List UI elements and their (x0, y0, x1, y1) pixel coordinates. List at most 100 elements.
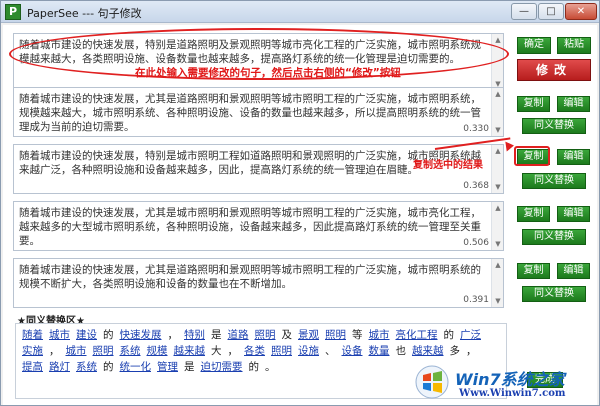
similarity-score: 0.391 (463, 295, 489, 305)
result-box-1[interactable]: 随着城市建设的快速发展，尤其是道路照明和景观照明等城市照明工程的广泛实施，城市照… (13, 87, 504, 137)
synonym-button-1[interactable]: 同义替换 (522, 118, 586, 134)
modify-button[interactable]: 修改 (517, 59, 591, 81)
scroll-up-icon[interactable]: ▲ (493, 35, 503, 45)
result-box-4[interactable]: 随着城市建设的快速发展，尤其是道路照明和景观照明等城市照明工程的广泛实施，城市照… (13, 258, 504, 308)
copy-button-2[interactable]: 复制 (517, 149, 550, 165)
synonym-word-link[interactable]: 随着 (22, 327, 43, 343)
synonym-button-2[interactable]: 同义替换 (522, 173, 586, 189)
result-scrollbar[interactable]: ▲ ▼ (491, 202, 503, 250)
synonym-word: ， (167, 329, 179, 341)
synonym-word: 的 (103, 361, 114, 373)
copy-button-4[interactable]: 复制 (517, 263, 550, 279)
result-scrollbar[interactable]: ▲ ▼ (491, 145, 503, 193)
result-scrollbar[interactable]: ▲ ▼ (491, 259, 503, 307)
scroll-up-icon[interactable]: ▲ (493, 203, 503, 213)
similarity-score: 0.330 (463, 124, 489, 134)
edit-button-2[interactable]: 编辑 (557, 149, 590, 165)
synonym-word: ， (466, 345, 477, 357)
synonym-word-link[interactable]: 各类 (244, 343, 265, 359)
synonym-word-link[interactable]: 快速发展 (120, 327, 162, 343)
synonym-button-4[interactable]: 同义替换 (522, 286, 586, 302)
similarity-score: 0.506 (463, 238, 489, 248)
input-scrollbar[interactable]: ▲ ▼ (491, 34, 503, 90)
synonym-word-link[interactable]: 特别 (184, 327, 205, 343)
synonym-word-link[interactable]: 实施 (22, 343, 43, 359)
maximize-button[interactable]: □ (538, 3, 564, 20)
window-title: PaperSee --- 句子修改 (27, 7, 142, 20)
synonym-word-link[interactable]: 照明 (93, 343, 114, 359)
synonym-word-link[interactable]: 系统 (76, 359, 97, 375)
watermark-url: Www.Winwin7.com (459, 388, 566, 399)
scroll-up-icon[interactable]: ▲ (493, 89, 503, 99)
synonym-word-link[interactable]: 越来越 (174, 343, 206, 359)
synonym-word: 的 (103, 329, 114, 341)
result-text: 随着城市建设的快速发展，尤其是城市照明和景观照明等城市照明工程的广泛实施，城市亮… (19, 207, 481, 247)
result-text: 随着城市建设的快速发展，尤其是道路照明和景观照明等城市照明工程的广泛实施，城市照… (19, 93, 481, 133)
result-text: 随着城市建设的快速发展，尤其是道路照明和景观照明等城市照明工程的广泛实施，城市照… (19, 264, 481, 290)
synonym-word-link[interactable]: 数量 (369, 343, 390, 359)
synonym-word: ， (227, 345, 239, 357)
app-logo-icon: P (5, 4, 21, 20)
synonym-word-link[interactable]: 设施 (298, 343, 319, 359)
synonym-word-link[interactable]: 照明 (325, 327, 346, 343)
synonym-word-link[interactable]: 统一化 (120, 359, 152, 375)
synonym-word: 、 (325, 345, 336, 357)
synonym-word: 大 (211, 345, 222, 357)
scroll-down-icon[interactable]: ▼ (493, 182, 503, 192)
copy-button-3[interactable]: 复制 (517, 206, 550, 222)
watermark-brand: Win7系统之家 (455, 370, 565, 389)
app-window: P PaperSee --- 句子修改 — □ ✕ 随着城市建设的快速发展，特别… (0, 0, 600, 406)
synonym-word: 等 (352, 329, 363, 341)
copy-annotation: 复制选中的结果 (413, 160, 483, 171)
scroll-down-icon[interactable]: ▼ (493, 296, 503, 306)
edit-button-3[interactable]: 编辑 (557, 206, 590, 222)
synonym-button-3[interactable]: 同义替换 (522, 229, 586, 245)
input-text[interactable]: 随着城市建设的快速发展，特别是道路照明及景观照明等城市亮化工程的广泛实施，城市照… (19, 38, 487, 66)
synonym-word-link[interactable]: 提高 (22, 359, 43, 375)
annotation-arrow-head (505, 140, 515, 152)
synonym-word-link[interactable]: 景观 (298, 327, 319, 343)
result-box-3[interactable]: 随着城市建设的快速发展，尤其是城市照明和景观照明等城市照明工程的广泛实施，城市亮… (13, 201, 504, 251)
input-hint: 在此处输入需要修改的句子，然后点击右侧的“修改”按钮 (135, 67, 401, 79)
copy-button-1[interactable]: 复制 (517, 96, 550, 112)
synonym-word-link[interactable]: 路灯 (49, 359, 70, 375)
synonym-word-link[interactable]: 系统 (120, 343, 141, 359)
synonym-word-link[interactable]: 亮化工程 (396, 327, 438, 343)
scroll-up-icon[interactable]: ▲ (493, 146, 503, 156)
scroll-down-icon[interactable]: ▼ (493, 239, 503, 249)
edit-button-1[interactable]: 编辑 (557, 96, 590, 112)
synonym-word: 也 (395, 345, 407, 357)
synonym-word: 。 (265, 361, 276, 373)
synonym-word: 是 (211, 329, 222, 341)
minimize-button[interactable]: — (511, 3, 537, 20)
synonym-word-link[interactable]: 照明 (271, 343, 292, 359)
synonym-word: 及 (281, 329, 293, 341)
synonym-word-link[interactable]: 管理 (157, 359, 178, 375)
edit-button-4[interactable]: 编辑 (557, 263, 590, 279)
synonym-word: 的 (248, 361, 260, 373)
scroll-down-icon[interactable]: ▼ (493, 125, 503, 135)
result-scrollbar[interactable]: ▲ ▼ (491, 88, 503, 136)
synonym-word-link[interactable]: 越来越 (412, 343, 444, 359)
synonym-word-link[interactable]: 道路 (228, 327, 249, 343)
synonym-word-link[interactable]: 城市 (369, 327, 390, 343)
scroll-up-icon[interactable]: ▲ (493, 260, 503, 270)
paste-button[interactable]: 粘贴 (557, 37, 591, 54)
sentence-input[interactable]: 随着城市建设的快速发展，特别是道路照明及景观照明等城市亮化工程的广泛实施，城市照… (13, 33, 504, 91)
close-button[interactable]: ✕ (565, 3, 597, 20)
synonym-word-link[interactable]: 设备 (342, 343, 363, 359)
confirm-button[interactable]: 确定 (517, 37, 551, 54)
synonym-word: ， (49, 345, 60, 357)
synonym-word-link[interactable]: 规模 (147, 343, 168, 359)
similarity-score: 0.368 (463, 181, 489, 191)
windows-logo-icon (415, 365, 449, 399)
synonym-word-link[interactable]: 广泛 (460, 327, 481, 343)
title-bar[interactable]: P PaperSee --- 句子修改 — □ ✕ (1, 1, 599, 23)
synonym-word-link[interactable]: 城市 (66, 343, 87, 359)
watermark: Win7系统之家 Www.Winwin7.com (415, 365, 595, 403)
synonym-word-link[interactable]: 城市 (49, 327, 70, 343)
synonym-word-link[interactable]: 迫切需要 (201, 359, 243, 375)
synonym-word-link[interactable]: 照明 (255, 327, 276, 343)
synonym-word: 多 (449, 345, 461, 357)
synonym-word-link[interactable]: 建设 (76, 327, 97, 343)
